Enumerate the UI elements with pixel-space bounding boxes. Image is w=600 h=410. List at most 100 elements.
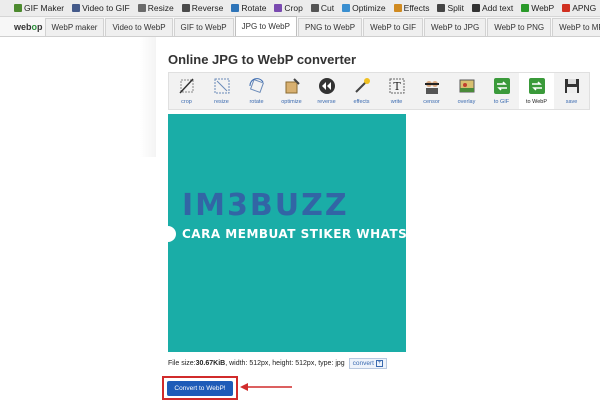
reverse-icon	[181, 4, 190, 12]
topnav-item-label: Effects	[403, 3, 430, 13]
file-info: File size: 30.67KiB , width: 512px, heig…	[168, 358, 387, 369]
topnav-item-webp[interactable]: WebP	[521, 3, 554, 13]
add-text-icon	[472, 4, 481, 12]
svg-text:T: T	[393, 80, 401, 93]
effects-icon	[393, 4, 402, 12]
convert-to-webp-button[interactable]: Convert to WebP!	[167, 381, 233, 396]
tool-label: censor	[423, 99, 440, 105]
webp-icon	[521, 4, 530, 12]
tool-resize[interactable]: resize	[204, 73, 239, 109]
expand-icon: +	[376, 360, 383, 367]
tool-reverse[interactable]: reverse	[309, 73, 344, 109]
side-shadow	[140, 37, 156, 157]
tab-gif-to-webp[interactable]: GIF to WebP	[173, 18, 234, 36]
webp-logo[interactable]: web o p	[14, 18, 43, 36]
save-icon	[562, 76, 582, 96]
cut-icon	[310, 4, 319, 12]
tool-write[interactable]: Twrite	[379, 73, 414, 109]
crop-icon	[177, 76, 197, 96]
sub-nav: web o p WebP maker Video to WebP GIF to WebP…	[0, 16, 600, 37]
image-caption: CARA MEMBUAT STIKER WHATSA	[168, 226, 406, 242]
topnav-item-resize[interactable]: Resize	[137, 3, 174, 13]
topnav-item-label: WebP	[531, 3, 555, 13]
file-size-value: 30.67KiB	[195, 360, 226, 367]
tool-crop[interactable]: crop	[169, 73, 204, 109]
tool-rotate[interactable]: rotate	[239, 73, 274, 109]
tab-webp-maker[interactable]: WebP maker	[44, 18, 105, 36]
tool-label: to WebP	[526, 99, 547, 105]
image-preview: IM3BUZZ CARA MEMBUAT STIKER WHATSA	[168, 114, 406, 352]
caption-text: CARA MEMBUAT STIKER WHATSA	[182, 227, 406, 241]
tool-label: crop	[181, 99, 192, 105]
tab-webp-to-png[interactable]: WebP to PNG	[487, 18, 552, 36]
topnav-item-split[interactable]: Split	[437, 3, 464, 13]
gif-maker-icon	[14, 4, 22, 12]
tool-to-gif[interactable]: to GIF	[484, 73, 519, 109]
convert-dropdown-button[interactable]: convert +	[348, 358, 387, 369]
topnav-item-cut[interactable]: Cut	[310, 3, 335, 13]
page-title: Online JPG to WebP converter	[168, 52, 357, 67]
caption-dot	[168, 226, 176, 242]
tool-label: rotate	[249, 99, 264, 105]
censor-icon	[422, 76, 442, 96]
write-icon: T	[387, 76, 407, 96]
tab-webp-to-gif[interactable]: WebP to GIF	[363, 18, 424, 36]
topnav-item-add-text[interactable]: Add text	[472, 3, 513, 13]
crop-icon	[274, 4, 283, 12]
split-icon	[437, 4, 446, 12]
effects-icon	[352, 76, 372, 96]
tool-optimize[interactable]: optimize	[274, 73, 309, 109]
arrow-icon	[240, 383, 292, 391]
tool-label: to GIF	[493, 99, 510, 105]
tool-label: optimize	[281, 99, 302, 105]
topnav-item-label: Rotate	[241, 3, 267, 13]
topnav-item-reverse[interactable]: Reverse	[181, 3, 224, 13]
tool-label: effects	[353, 99, 370, 105]
tab-video-to-webp[interactable]: Video to WebP	[105, 18, 173, 36]
topnav-item-rotate[interactable]: Rotate	[231, 3, 266, 13]
topnav-item-label: Video to GIF	[82, 3, 130, 13]
tool-save[interactable]: save	[554, 73, 589, 109]
logo-text-prefix: web	[14, 22, 32, 32]
tool-toolbar: crop resize rotate optimize reverse effects Tw…	[168, 72, 590, 110]
to-gif-icon	[492, 76, 512, 96]
tab-webp-to-mp4[interactable]: WebP to MP4	[552, 18, 600, 36]
topnav-item-label: Optimize	[352, 3, 386, 13]
topnav-item-label: Split	[447, 3, 465, 13]
tool-effects[interactable]: effects	[344, 73, 379, 109]
convert-dropdown-label: convert	[352, 360, 374, 367]
topnav-item-label: Cut	[320, 3, 335, 13]
tool-label: resize	[214, 99, 229, 105]
topnav-item-effects[interactable]: Effects	[393, 3, 430, 13]
topnav-item-label: Crop	[284, 3, 303, 13]
topnav-item-apng[interactable]: APNG	[562, 3, 596, 13]
tab-png-to-webp[interactable]: PNG to WebP	[297, 18, 363, 36]
to-webp-icon	[527, 76, 547, 96]
tab-jpg-to-webp[interactable]: JPG to WebP	[234, 16, 297, 36]
tool-label: overlay	[457, 99, 476, 105]
apng-icon	[562, 4, 571, 12]
topnav-item-label: Resize	[147, 3, 174, 13]
topnav-item-label: Reverse	[191, 3, 224, 13]
rotate-icon	[231, 4, 240, 12]
resize-icon	[137, 4, 146, 12]
watermark-text: IM3BUZZ	[182, 188, 349, 223]
topnav-item-video-to-gif[interactable]: Video to GIF	[72, 3, 130, 13]
topnav-item-label: Add text	[482, 3, 514, 13]
tool-label: write	[390, 99, 403, 105]
topnav-item-label: APNG	[572, 3, 597, 13]
topnav-item-crop[interactable]: Crop	[274, 3, 303, 13]
tab-webp-to-jpg[interactable]: WebP to JPG	[424, 18, 487, 36]
topnav-item-gif-maker[interactable]: GIF Maker	[14, 3, 64, 13]
topnav-item-optimize[interactable]: Optimize	[342, 3, 386, 13]
tool-label: save	[565, 99, 578, 105]
logo-text-suffix: p	[37, 22, 43, 32]
top-nav: GIF Maker Video to GIF Resize Reverse Rotate…	[0, 0, 600, 17]
resize-icon	[212, 76, 232, 96]
tool-to-webp[interactable]: to WebP	[519, 73, 554, 109]
video-icon	[72, 4, 81, 12]
reverse-icon	[317, 76, 337, 96]
optimize-icon	[282, 76, 302, 96]
tool-censor[interactable]: censor	[414, 73, 449, 109]
tool-overlay[interactable]: overlay	[449, 73, 484, 109]
